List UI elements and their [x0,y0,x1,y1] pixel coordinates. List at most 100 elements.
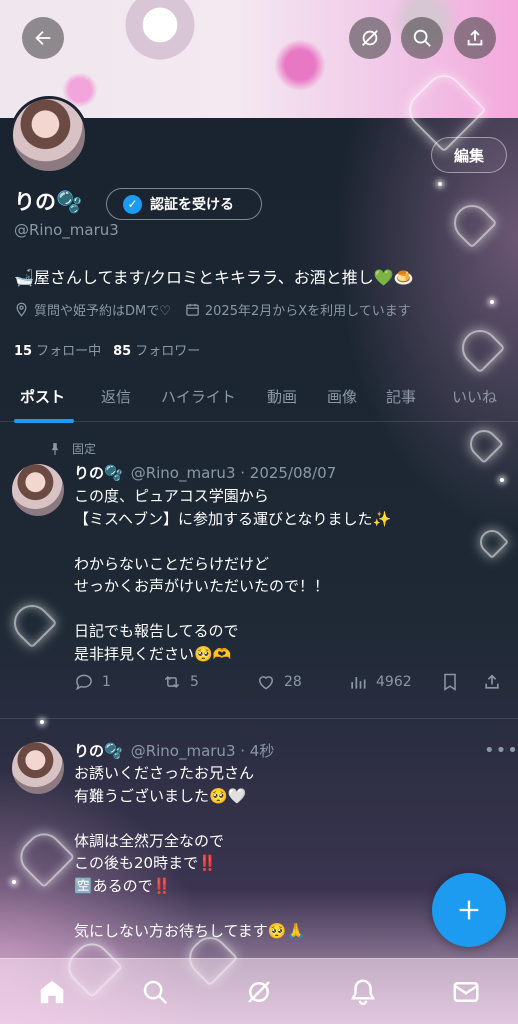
profile-tabs: ポスト 返信 ハイライト 動画 画像 記事 いいね [0,372,518,422]
post-meta: @Rino_maru3 · 2025/08/07 [130,464,337,482]
banner-decoration [265,40,335,90]
nav-grok[interactable] [244,977,274,1007]
post-author-name[interactable]: りの🫧 [74,464,123,482]
post-meta: @Rino_maru3 · 4秒 [130,742,275,760]
post-line: 日記でも報告してるので [74,622,239,640]
share-icon [485,674,499,689]
profile-banner[interactable] [0,0,518,118]
following-label: フォロー中 [36,344,102,359]
tab-replies[interactable]: 返信 [101,386,131,407]
nav-messages[interactable] [451,977,481,1007]
pin-icon [51,442,59,455]
edit-profile-button[interactable]: 編集 [431,137,507,173]
profile-avatar[interactable] [10,96,88,174]
post-divider [0,718,518,719]
post-line: 🈳あるので‼️ [74,876,172,895]
search-icon [413,29,431,47]
post-line: 気にしない方お待ちしてます🥺🙏 [74,921,306,940]
post-line [74,530,494,553]
followers-count: 85 [113,344,132,359]
following-link[interactable]: 15 フォロー中 [14,340,101,359]
post-avatar[interactable] [12,742,64,794]
tab-posts[interactable]: ポスト [20,386,65,407]
search-button[interactable] [401,17,443,59]
following-count: 15 [14,344,33,359]
reply-icon [76,674,92,691]
active-tab-indicator [14,419,74,423]
mail-icon [453,982,479,1002]
post-line: せっかくお声がけいただいたので！！ [74,577,330,595]
share-icon [467,29,483,46]
tab-highlights[interactable]: ハイライト [161,386,236,407]
info-note: 質問や姫予約はDMで♡ [34,304,171,319]
follow-stats: 15 フォロー中 85 フォロワー [14,340,200,359]
post-body[interactable]: お誘いくださったお兄さん 有難うございました🥺🤍 体調は全然万全なので この後も… [74,762,494,942]
post-line: この後も20時まで‼️ [74,854,217,872]
grok-icon [248,981,270,1003]
sparkle-decoration [40,720,44,724]
post-line: 【ミスヘブン】に参加する運びとなりました✨ [74,509,392,528]
profile-meta: 質問や姫予約はDMで♡ 2025年2月からXを利用しています [14,300,411,319]
pinned-label: 固定 [72,442,97,456]
sparkle-decoration [500,478,504,482]
nav-home[interactable] [37,977,67,1007]
bookmark-button[interactable] [440,672,460,692]
post-line: この度、ピュアコス学園から [74,487,269,505]
location-item: 質問や姫予約はDMで♡ [14,300,171,319]
post-line: 体調は全然万全なので [74,831,225,850]
post-author-name[interactable]: りの🫧 [74,742,123,760]
bottom-navigation [0,958,518,1024]
verified-badge-icon: ✓ [123,194,142,214]
search-icon [143,980,168,1005]
joined-date: 2025年2月からXを利用しています [204,304,411,319]
plus-icon [459,900,479,920]
grok-icon [362,30,378,46]
view-count: 4962 [376,674,412,690]
post-line: 是非拝見ください🥺🫶 [74,644,232,663]
share-post-button[interactable] [482,672,502,692]
repost-icon [164,675,180,689]
repost-count: 5 [190,674,199,690]
post-line: わからないことだらけだけど [74,554,270,573]
nav-search[interactable] [140,977,170,1007]
post-body[interactable]: この度、ピュアコス学園から 【ミスヘブン】に参加する運びとなりました✨ わからな… [74,485,494,665]
more-options-icon[interactable]: ••• [484,740,518,761]
reply-count: 1 [102,674,111,690]
compose-post-button[interactable] [432,873,506,947]
post-header: りの🫧 @Rino_maru3 · 4秒 [74,740,274,761]
heart-icon [258,676,274,690]
tab-videos[interactable]: 動画 [267,386,297,407]
views-chart-icon [351,677,366,689]
location-pin-icon [16,302,27,317]
bell-icon [350,979,376,1006]
display-name: りの🫧 [14,190,83,214]
post-line: 有難うございました🥺🤍 [74,786,247,805]
joined-item: 2025年2月からXを利用しています [185,300,411,319]
get-verified-label: 認証を受ける [150,197,234,213]
get-verified-button[interactable]: ✓ 認証を受ける [106,188,262,220]
bookmark-icon [444,673,456,691]
followers-label: フォロワー [135,344,201,359]
post-line: お誘いくださったお兄さん [74,764,255,782]
sparkle-decoration [438,182,442,186]
home-icon [40,980,64,1004]
like-button[interactable]: 28 [256,672,302,692]
user-handle: @Rino_maru3 [14,221,119,239]
reply-button[interactable]: 1 [74,672,111,692]
post-line [74,807,494,830]
tab-images[interactable]: 画像 [327,386,357,407]
post-line [74,598,494,621]
repost-button[interactable]: 5 [162,672,199,692]
back-button[interactable] [22,17,64,59]
post-avatar[interactable] [12,464,64,516]
grok-button[interactable] [349,17,391,59]
tab-articles[interactable]: 記事 [386,386,416,407]
like-count: 28 [284,674,302,690]
tab-likes[interactable]: いいね [452,386,497,407]
share-button[interactable] [454,17,496,59]
post-actions: 1 5 28 4962 [74,672,504,698]
nav-notifications[interactable] [348,977,378,1007]
views-button[interactable]: 4962 [348,672,412,692]
pinned-indicator: 固定 [48,440,96,457]
followers-link[interactable]: 85 フォロワー [113,340,200,359]
